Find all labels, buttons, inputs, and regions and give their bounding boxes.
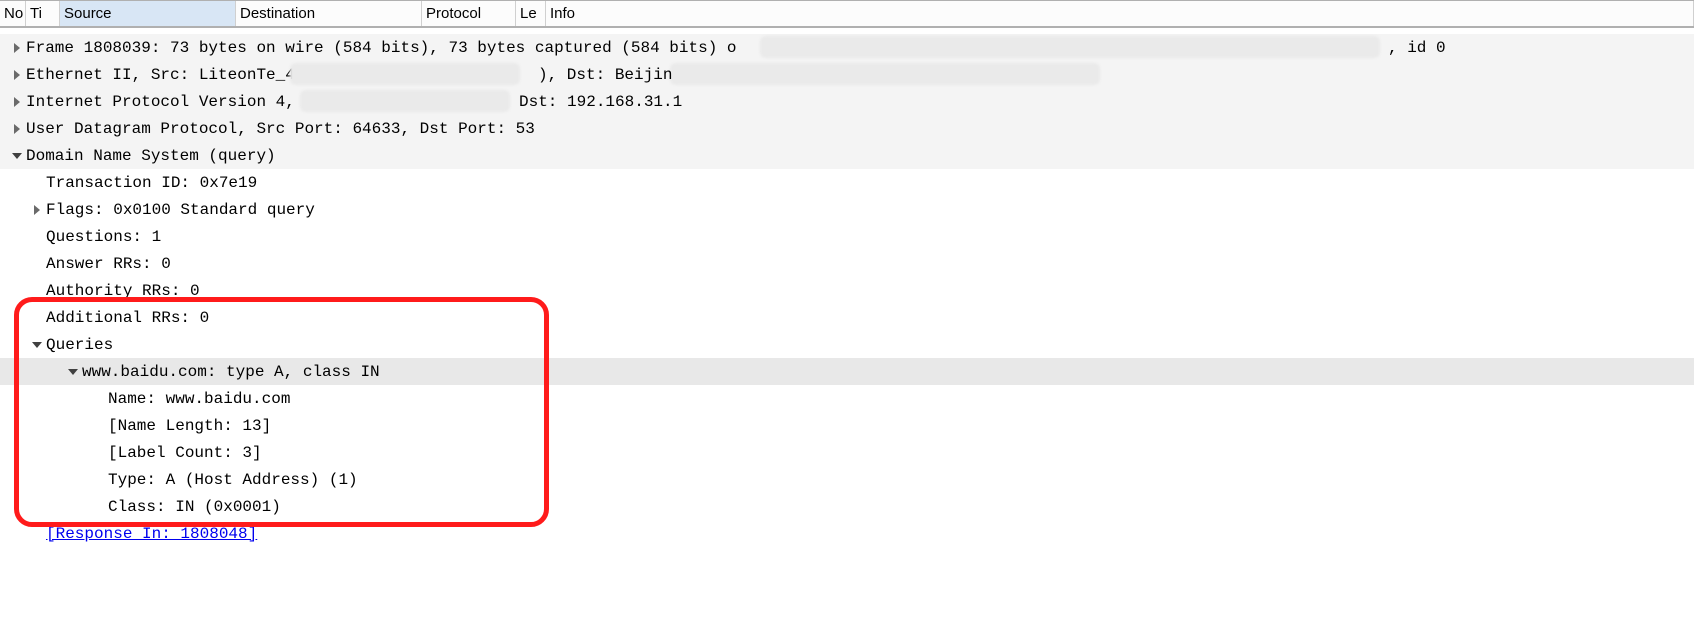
packet-detail-pane: Frame 1808039: 73 bytes on wire (584 bit… — [0, 28, 1694, 547]
dns-query-name-length: [Name Length: 13] — [108, 417, 271, 435]
chevron-right-icon[interactable] — [8, 97, 26, 107]
chevron-right-icon[interactable] — [8, 124, 26, 134]
column-protocol[interactable]: Protocol — [422, 1, 516, 26]
redaction-smudge — [670, 63, 1100, 85]
chevron-right-icon[interactable] — [8, 70, 26, 80]
dns-query-header: www.baidu.com: type A, class IN — [82, 363, 380, 381]
redaction-smudge — [760, 36, 1380, 58]
column-no[interactable]: No — [0, 1, 26, 26]
detail-row-dns-query-type[interactable]: Type: A (Host Address) (1) — [0, 466, 1694, 493]
detail-row-dns-queries[interactable]: Queries — [0, 331, 1694, 358]
column-length-label: Le — [520, 5, 537, 22]
frame-summary-tail: , id 0 — [1388, 39, 1446, 57]
detail-row-dns-response-in[interactable]: [Response In: 1808048] — [0, 520, 1694, 547]
frame-summary: Frame 1808039: 73 bytes on wire (584 bit… — [26, 39, 737, 57]
detail-row-dns-authority[interactable]: Authority RRs: 0 — [0, 277, 1694, 304]
chevron-down-icon[interactable] — [28, 340, 46, 350]
chevron-right-icon[interactable] — [28, 205, 46, 215]
ip-summary: Internet Protocol Version 4, — [26, 93, 295, 111]
column-source[interactable]: Source — [60, 1, 236, 26]
ethernet-summary: Ethernet II, Src: LiteonTe_4 — [26, 66, 295, 84]
detail-row-dns-query-header[interactable]: www.baidu.com: type A, class IN — [0, 358, 1694, 385]
dns-response-link[interactable]: [Response In: 1808048] — [46, 525, 257, 543]
column-length[interactable]: Le — [516, 1, 546, 26]
detail-row-dns[interactable]: Domain Name System (query) — [0, 142, 1694, 169]
detail-row-dns-questions[interactable]: Questions: 1 — [0, 223, 1694, 250]
column-no-label: No — [4, 5, 23, 22]
dns-summary: Domain Name System (query) — [26, 147, 276, 165]
column-time[interactable]: Ti — [26, 1, 60, 26]
packet-list-pane: No Ti Source Destination Protocol Le Inf… — [0, 0, 1694, 28]
redaction-smudge — [300, 90, 510, 112]
dns-answer-rrs: Answer RRs: 0 — [46, 255, 171, 273]
dns-additional-rrs: Additional RRs: 0 — [46, 309, 209, 327]
redaction-smudge — [290, 63, 520, 85]
column-destination[interactable]: Destination — [236, 1, 422, 26]
dns-questions: Questions: 1 — [46, 228, 161, 246]
detail-row-dns-answer[interactable]: Answer RRs: 0 — [0, 250, 1694, 277]
dns-query-class: Class: IN (0x0001) — [108, 498, 281, 516]
detail-row-dns-query-class[interactable]: Class: IN (0x0001) — [0, 493, 1694, 520]
column-destination-label: Destination — [240, 5, 315, 22]
dns-query-name: Name: www.baidu.com — [108, 390, 290, 408]
ethernet-summary-mid: ), Dst: Beijin — [538, 66, 672, 84]
dns-query-label-count: [Label Count: 3] — [108, 444, 262, 462]
detail-row-dns-flags[interactable]: Flags: 0x0100 Standard query — [0, 196, 1694, 223]
packet-list-header[interactable]: No Ti Source Destination Protocol Le Inf… — [0, 1, 1694, 27]
chevron-down-icon[interactable] — [8, 151, 26, 161]
detail-row-dns-query-namelen[interactable]: [Name Length: 13] — [0, 412, 1694, 439]
dns-queries-label: Queries — [46, 336, 113, 354]
detail-row-dns-additional[interactable]: Additional RRs: 0 — [0, 304, 1694, 331]
column-protocol-label: Protocol — [426, 5, 481, 22]
chevron-right-icon[interactable] — [8, 43, 26, 53]
column-info-label: Info — [550, 5, 575, 22]
dns-flags: Flags: 0x0100 Standard query — [46, 201, 315, 219]
detail-row-dns-txid[interactable]: Transaction ID: 0x7e19 — [0, 169, 1694, 196]
column-source-label: Source — [64, 5, 112, 22]
column-time-label: Ti — [30, 5, 42, 22]
udp-summary: User Datagram Protocol, Src Port: 64633,… — [26, 120, 535, 138]
ip-summary-dst: Dst: 192.168.31.1 — [519, 93, 682, 111]
chevron-down-icon[interactable] — [64, 367, 82, 377]
detail-row-dns-query-name[interactable]: Name: www.baidu.com — [0, 385, 1694, 412]
dns-query-type: Type: A (Host Address) (1) — [108, 471, 358, 489]
dns-authority-rrs: Authority RRs: 0 — [46, 282, 200, 300]
detail-row-ip[interactable]: Internet Protocol Version 4, Dst: 192.16… — [0, 88, 1694, 115]
dns-transaction-id: Transaction ID: 0x7e19 — [46, 174, 257, 192]
column-info[interactable]: Info — [546, 1, 1694, 26]
detail-row-udp[interactable]: User Datagram Protocol, Src Port: 64633,… — [0, 115, 1694, 142]
detail-row-dns-query-labelcount[interactable]: [Label Count: 3] — [0, 439, 1694, 466]
